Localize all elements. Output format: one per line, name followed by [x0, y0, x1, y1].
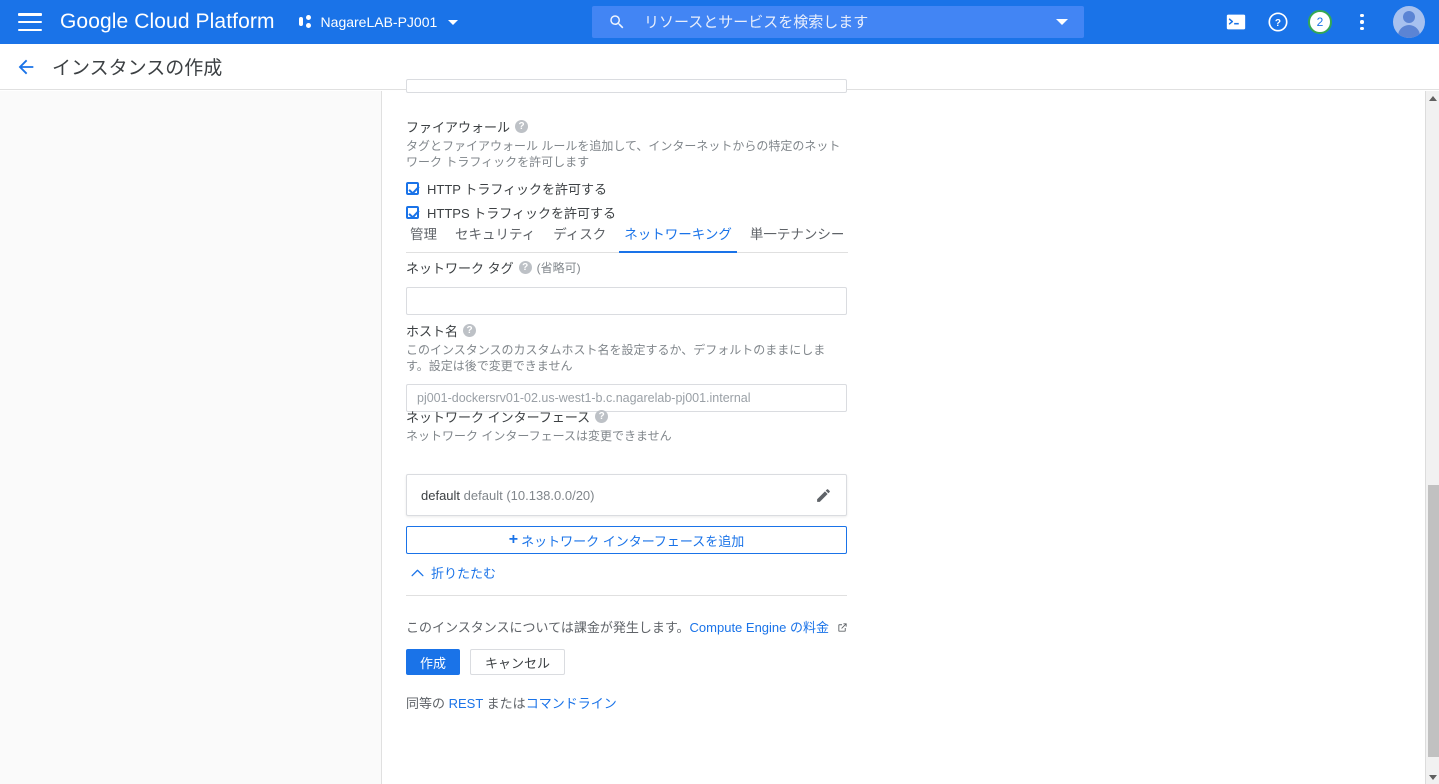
help-circle-icon[interactable]: ?	[595, 410, 609, 423]
firewall-description: タグとファイアウォール ルールを追加して、インターネットからの特定のネットワーク…	[406, 139, 841, 169]
main-content: ファイアウォール ? タグとファイアウォール ルールを追加して、インターネットか…	[383, 79, 1425, 784]
command-line-link[interactable]: コマンドライン	[526, 696, 617, 711]
plus-icon: +	[508, 531, 519, 548]
network-interface-description: ネットワーク インターフェースは変更できません	[406, 429, 672, 443]
project-name-label: NagareLAB-PJ001	[320, 14, 438, 30]
notifications-badge[interactable]: 2	[1303, 5, 1337, 39]
tab-sole-tenancy[interactable]: 単一テナンシー	[741, 223, 854, 252]
project-nodes-icon	[298, 15, 314, 29]
firewall-label: ファイアウォール	[406, 120, 511, 135]
scroll-up-arrow-icon[interactable]	[1426, 91, 1439, 105]
left-panel	[0, 91, 382, 784]
top-bar-actions: ? 2	[1219, 0, 1431, 44]
hostname-description: このインスタンスのカスタムホスト名を設定するか、デフォルトのままにします。設定は…	[406, 343, 826, 373]
global-search-bar[interactable]	[592, 6, 1084, 38]
help-circle-icon[interactable]: ?	[515, 120, 529, 133]
brand-title: Google Cloud Platform	[60, 10, 275, 33]
network-tag-section: ネットワーク タグ ? (省略可)	[406, 258, 848, 315]
tab-management[interactable]: 管理	[406, 223, 446, 252]
network-tag-label: ネットワーク タグ	[406, 261, 514, 276]
previous-field-clipped[interactable]	[406, 79, 847, 93]
back-arrow-icon[interactable]	[14, 55, 38, 79]
checkbox-allow-http[interactable]: HTTP トラフィックを許可する	[406, 179, 848, 198]
project-selector[interactable]: NagareLAB-PJ001	[298, 14, 459, 30]
network-interface-name: default	[421, 487, 461, 503]
checkbox-checked-icon[interactable]	[406, 206, 419, 219]
network-interface-summary: default default (10.138.0.0/20)	[421, 488, 595, 503]
checkbox-label: HTTPS トラフィックを許可する	[427, 206, 616, 221]
add-network-interface-label: ネットワーク インターフェースを追加	[521, 533, 745, 549]
search-icon	[608, 13, 626, 31]
page-title: インスタンスの作成	[52, 58, 223, 79]
help-circle-icon[interactable]: ?	[463, 324, 477, 337]
tab-security[interactable]: セキュリティ	[446, 223, 544, 252]
scroll-down-arrow-icon[interactable]	[1426, 770, 1439, 784]
add-network-interface-button[interactable]: + ネットワーク インターフェースを追加	[406, 526, 847, 554]
equivalent-middle: または	[483, 696, 526, 711]
tab-disks[interactable]: ディスク	[544, 223, 615, 252]
billing-text: このインスタンスについては課金が発生します。	[406, 620, 690, 635]
section-divider	[406, 595, 847, 596]
hostname-label: ホスト名	[406, 324, 459, 339]
settings-tabs: 管理 セキュリティ ディスク ネットワーキング 単一テナンシー	[406, 223, 848, 253]
chevron-up-icon	[411, 568, 424, 577]
svg-text:?: ?	[1275, 18, 1281, 29]
help-circle-icon[interactable]: ?	[518, 261, 532, 274]
hamburger-menu-icon[interactable]	[18, 13, 42, 31]
notification-count: 2	[1308, 10, 1332, 34]
user-avatar[interactable]	[1393, 6, 1425, 38]
help-circle-icon[interactable]: ?	[1261, 5, 1295, 39]
rest-link[interactable]: REST	[449, 696, 483, 711]
search-input[interactable]	[642, 12, 1056, 32]
network-interface-label: ネットワーク インターフェース	[406, 410, 591, 425]
cancel-button[interactable]: キャンセル	[470, 649, 566, 675]
scroll-thumb[interactable]	[1428, 485, 1439, 757]
billing-note: このインスタンスについては課金が発生します。Compute Engine の料金	[406, 617, 848, 636]
chevron-down-icon	[448, 19, 459, 25]
vertical-scrollbar[interactable]	[1425, 91, 1439, 784]
network-interface-section: ネットワーク インターフェース ? ネットワーク インターフェースは変更できませ…	[406, 407, 848, 554]
network-tag-optional: (省略可)	[536, 261, 581, 275]
collapse-label: 折りたたむ	[431, 566, 497, 581]
firewall-section: ファイアウォール ? タグとファイアウォール ルールを追加して、インターネットか…	[406, 117, 848, 222]
form-actions: 作成 キャンセル	[406, 649, 566, 675]
pencil-edit-icon[interactable]	[815, 487, 832, 504]
cloud-shell-terminal-icon[interactable]	[1219, 5, 1253, 39]
checkbox-allow-https[interactable]: HTTPS トラフィックを許可する	[406, 203, 848, 222]
checkbox-checked-icon[interactable]	[406, 182, 419, 195]
hostname-section: ホスト名 ? このインスタンスのカスタムホスト名を設定するか、デフォルトのままに…	[406, 321, 848, 412]
external-link-icon	[833, 621, 848, 636]
collapse-link[interactable]: 折りたたむ	[411, 563, 496, 582]
top-app-bar: Google Cloud Platform NagareLAB-PJ001 ?	[0, 0, 1439, 44]
network-interface-detail: default (10.138.0.0/20)	[463, 487, 595, 503]
network-interface-card[interactable]: default default (10.138.0.0/20)	[406, 474, 847, 516]
search-chevron-down-icon[interactable]	[1056, 19, 1068, 25]
tab-networking[interactable]: ネットワーキング	[615, 223, 741, 253]
equivalent-code-row: 同等の REST またはコマンドライン	[406, 693, 617, 712]
kebab-menu-icon[interactable]	[1345, 5, 1379, 39]
create-button[interactable]: 作成	[406, 649, 461, 675]
compute-engine-pricing-link[interactable]: Compute Engine の料金	[690, 620, 829, 635]
network-tag-input[interactable]	[406, 287, 847, 315]
checkbox-label: HTTP トラフィックを許可する	[427, 182, 608, 197]
equivalent-prefix: 同等の	[406, 696, 449, 711]
page-body: ファイアウォール ? タグとファイアウォール ルールを追加して、インターネットか…	[0, 79, 1425, 784]
